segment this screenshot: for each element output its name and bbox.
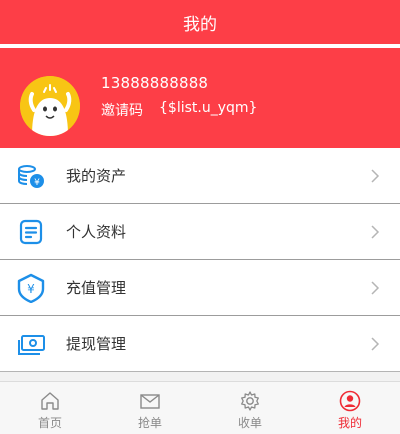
gear-icon	[241, 391, 259, 411]
invite-row: 邀请码 {$list.u_yqm}	[101, 100, 257, 120]
menu-item-assets[interactable]: ¥ 我的资产	[0, 148, 400, 204]
page-title: 我的	[183, 14, 217, 35]
bottom-tab-bar: 首页 抢单 收单 我的	[0, 381, 400, 434]
chevron-right-icon	[371, 281, 380, 295]
menu-item-profile[interactable]: 个人资料	[0, 204, 400, 260]
chevron-right-icon	[371, 225, 380, 239]
menu-item-withdraw[interactable]: 提现管理	[0, 316, 400, 372]
user-icon	[339, 390, 361, 412]
tab-mine[interactable]: 我的	[300, 382, 400, 434]
tab-receive-order[interactable]: 收单	[200, 382, 300, 434]
cash-icon	[18, 335, 45, 355]
document-icon	[19, 219, 43, 245]
profile-card: 13888888888 邀请码 {$list.u_yqm}	[0, 48, 400, 148]
chevron-right-icon	[371, 337, 380, 351]
tab-label: 抢单	[137, 416, 162, 430]
mail-icon	[140, 394, 160, 409]
top-header: 我的	[0, 0, 400, 44]
svg-text:¥: ¥	[34, 178, 40, 188]
invite-label: 邀请码	[101, 103, 143, 119]
tab-home[interactable]: 首页	[0, 382, 100, 434]
menu-item-recharge[interactable]: ¥ 充值管理	[0, 260, 400, 316]
menu-item-label: 充值管理	[66, 279, 127, 297]
invite-code: {$list.u_yqm}	[159, 100, 258, 116]
tab-label: 我的	[337, 416, 362, 430]
tab-label: 收单	[237, 416, 262, 430]
menu-item-label: 我的资产	[66, 167, 127, 185]
yuan-shield-icon: ¥	[17, 273, 45, 303]
tab-label: 首页	[37, 416, 62, 430]
coins-icon: ¥	[18, 165, 44, 188]
menu-item-label: 个人资料	[66, 223, 127, 241]
home-icon	[41, 392, 59, 410]
avatar[interactable]	[20, 76, 80, 136]
phone-number: 13888888888	[101, 74, 209, 92]
svg-text:¥: ¥	[27, 282, 35, 296]
menu-list: ¥ 我的资产 个人资料 ¥ 充值管理 提现管理	[0, 148, 400, 372]
tab-grab-order[interactable]: 抢单	[100, 382, 200, 434]
menu-item-label: 提现管理	[66, 335, 127, 353]
chevron-right-icon	[371, 169, 380, 183]
